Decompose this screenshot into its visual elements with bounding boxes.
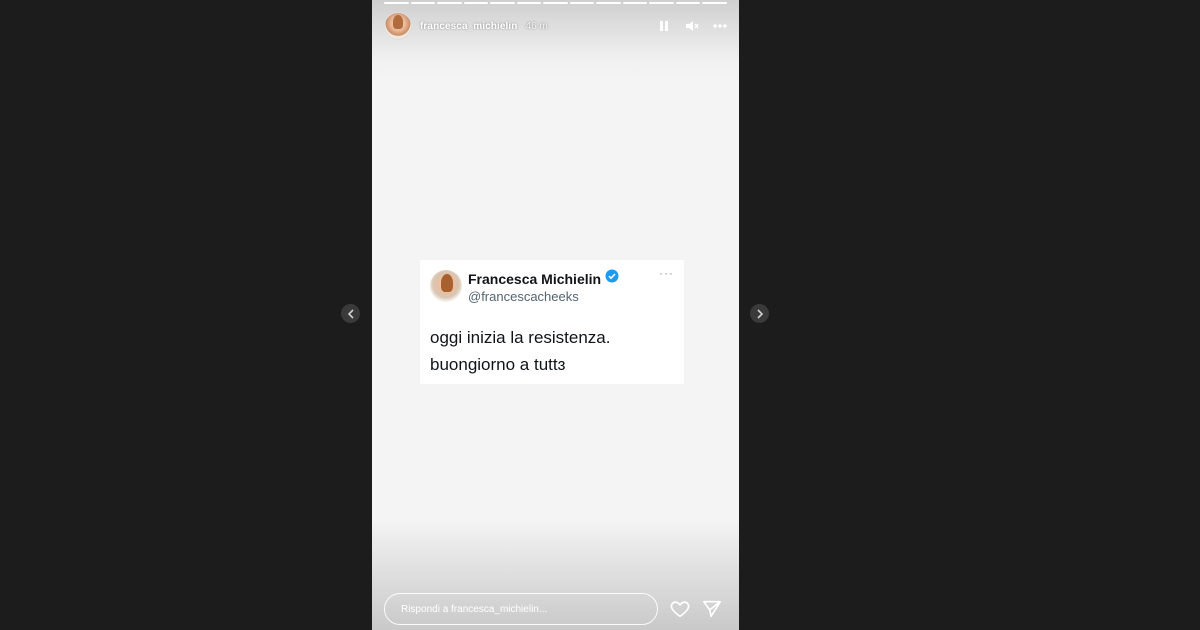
progress-segment bbox=[702, 2, 727, 4]
speaker-muted-icon[interactable] bbox=[685, 19, 699, 33]
username[interactable]: francesca_michielin bbox=[420, 21, 518, 32]
progress-segment bbox=[622, 2, 648, 4]
avatar[interactable] bbox=[384, 12, 412, 40]
reply-input[interactable]: Rispondi a francesca_michielin... bbox=[384, 593, 658, 625]
chevron-left-icon bbox=[347, 308, 354, 319]
tweet-more-icon: ··· bbox=[659, 266, 674, 280]
story-controls bbox=[657, 19, 727, 33]
progress-segment bbox=[410, 2, 436, 4]
chevron-right-icon bbox=[756, 308, 763, 319]
send-icon[interactable] bbox=[701, 598, 723, 620]
progress-segment bbox=[596, 2, 621, 4]
post-time: 46 m bbox=[525, 20, 548, 32]
tweet-avatar bbox=[430, 270, 462, 302]
story-frame[interactable]: francesca_michielin 46 m Francesca Michi… bbox=[372, 0, 739, 630]
heart-icon[interactable] bbox=[669, 598, 691, 620]
tweet-card: Francesca Michielin @francescacheeks ···… bbox=[420, 260, 684, 384]
story-progress-bar bbox=[384, 2, 727, 4]
tweet-line: buongiorno a tuttɜ bbox=[430, 355, 566, 374]
tweet-text: oggi inizia la resistenza. buongiorno a … bbox=[430, 324, 680, 378]
progress-segment bbox=[463, 2, 489, 4]
next-story-button[interactable] bbox=[750, 304, 769, 323]
verified-badge-icon bbox=[605, 269, 619, 288]
progress-segment bbox=[675, 2, 701, 4]
progress-segment bbox=[516, 2, 542, 4]
story-header: francesca_michielin 46 m bbox=[384, 12, 727, 40]
more-horizontal-icon[interactable] bbox=[713, 19, 727, 33]
tweet-display-name: Francesca Michielin bbox=[468, 270, 602, 287]
progress-segment bbox=[437, 2, 462, 4]
progress-segment bbox=[569, 2, 595, 4]
previous-story-button[interactable] bbox=[341, 304, 360, 323]
tweet-handle: @francescacheeks bbox=[468, 289, 579, 304]
progress-segment bbox=[543, 2, 568, 4]
progress-segment bbox=[490, 2, 515, 4]
pause-icon[interactable] bbox=[657, 19, 671, 33]
progress-segment bbox=[384, 2, 409, 4]
reply-placeholder: Rispondi a francesca_michielin... bbox=[401, 603, 548, 615]
tweet-author: Francesca Michielin bbox=[468, 269, 619, 288]
progress-segment bbox=[649, 2, 674, 4]
tweet-line: oggi inizia la resistenza. bbox=[430, 328, 611, 347]
